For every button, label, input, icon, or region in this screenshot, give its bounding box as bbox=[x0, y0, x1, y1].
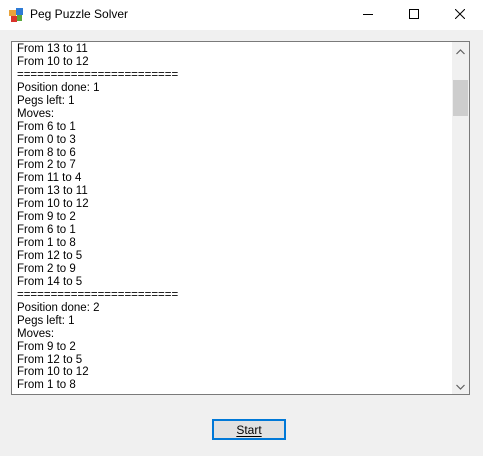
minimize-button[interactable] bbox=[345, 0, 391, 30]
output-line: Moves: bbox=[17, 107, 55, 120]
output-line: ======================== bbox=[17, 68, 179, 81]
minimize-icon bbox=[363, 6, 373, 24]
output-line: From 10 to 12 bbox=[17, 366, 89, 379]
output-line: From 13 to 11 bbox=[17, 43, 88, 55]
output-line: Pegs left: 1 bbox=[17, 94, 75, 107]
output-line: From 14 to 5 bbox=[17, 275, 83, 288]
output-line: From 10 to 12 bbox=[17, 55, 89, 68]
scroll-down-button[interactable] bbox=[452, 377, 469, 394]
output-line: Pegs left: 1 bbox=[17, 314, 75, 327]
output-line: From 0 to 3 bbox=[17, 133, 76, 146]
start-button[interactable]: Start bbox=[212, 419, 286, 440]
output-line: From 6 to 1 bbox=[17, 224, 76, 237]
output-line: From 8 to 6 bbox=[17, 146, 76, 159]
output-line: Moves: bbox=[17, 327, 55, 340]
chevron-down-icon bbox=[456, 377, 465, 395]
output-line: From 13 to 11 bbox=[17, 185, 88, 198]
output-line: From 2 to 7 bbox=[17, 159, 76, 172]
output-textbox[interactable]: From 13 to 11 From 10 to 12 ==============… bbox=[11, 41, 470, 395]
output-line: From 10 to 12 bbox=[17, 198, 89, 211]
title-bar[interactable]: Peg Puzzle Solver bbox=[0, 0, 483, 30]
output-line: From 6 to 1 bbox=[17, 120, 76, 133]
window-title: Peg Puzzle Solver bbox=[30, 7, 129, 21]
output-line: From 1 to 8 bbox=[17, 379, 76, 392]
output-line: From 2 to 9 bbox=[17, 262, 76, 275]
vertical-scrollbar[interactable] bbox=[452, 42, 469, 394]
output-line: From 12 to 5 bbox=[17, 353, 83, 366]
output-line: From 11 to 4 bbox=[17, 172, 82, 185]
output-text: From 13 to 11 From 10 to 12 ==============… bbox=[17, 43, 178, 392]
output-line: From 1 to 8 bbox=[17, 237, 76, 250]
maximize-icon bbox=[409, 6, 419, 24]
output-line: From 9 to 2 bbox=[17, 211, 76, 224]
output-line: From 9 to 2 bbox=[17, 340, 76, 353]
output-line: From 12 to 5 bbox=[17, 250, 83, 262]
output-line: Position done: 2 bbox=[17, 301, 100, 314]
app-icon bbox=[9, 8, 23, 22]
maximize-button[interactable] bbox=[391, 0, 437, 30]
close-button[interactable] bbox=[437, 0, 483, 30]
scroll-up-button[interactable] bbox=[452, 42, 469, 59]
output-line: ======================== bbox=[17, 288, 179, 301]
scrollbar-thumb[interactable] bbox=[453, 80, 468, 116]
output-line: Position done: 1 bbox=[17, 81, 100, 94]
close-icon bbox=[454, 6, 466, 24]
chevron-up-icon bbox=[456, 42, 465, 60]
main-window: Peg Puzzle Solver From 13 to 11 From 10 t… bbox=[0, 0, 483, 456]
